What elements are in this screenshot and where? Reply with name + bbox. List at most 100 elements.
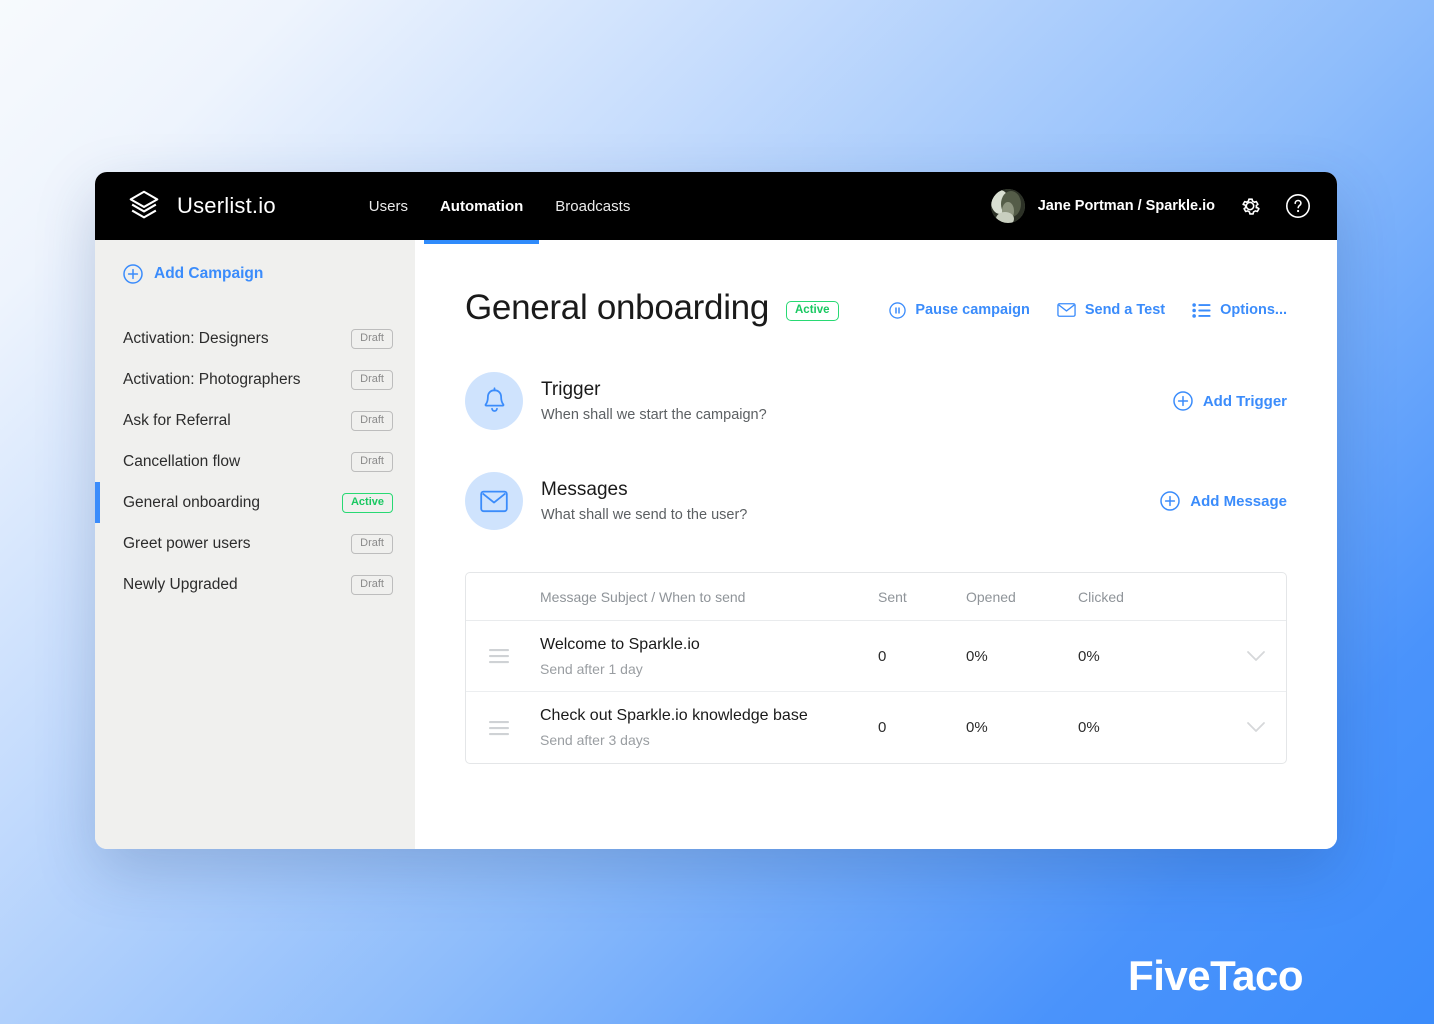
help-button[interactable]	[1285, 193, 1311, 219]
status-badge: Draft	[351, 328, 393, 349]
topbar-right-group: Jane Portman / Sparkle.io	[990, 189, 1311, 223]
status-badge: Draft	[351, 574, 393, 595]
chevron-down-icon	[1247, 650, 1265, 661]
add-campaign-label: Add Campaign	[154, 265, 264, 282]
pause-campaign-label: Pause campaign	[915, 302, 1030, 318]
plus-circle-icon	[1173, 391, 1193, 411]
sidebar-item-cancellation-flow[interactable]: Cancellation flow Draft	[95, 441, 415, 482]
nav-link-users[interactable]: Users	[353, 172, 424, 240]
send-a-test-label: Send a Test	[1084, 302, 1166, 318]
sidebar-item-activation-photographers[interactable]: Activation: Photographers Draft	[95, 359, 415, 400]
row-subject-cell: Check out Sparkle.io knowledge base Send…	[540, 707, 878, 748]
status-badge: Active	[341, 492, 393, 513]
options-label: Options...	[1220, 302, 1287, 318]
avatar	[990, 189, 1025, 223]
campaign-label: Cancellation flow	[123, 452, 241, 470]
envelope-icon	[480, 490, 508, 512]
row-drag-handle[interactable]	[488, 647, 540, 665]
trigger-title: Trigger	[541, 379, 601, 400]
user-name: Jane Portman / Sparkle.io	[1037, 198, 1215, 214]
table-header-row: Message Subject / When to send Sent Open…	[466, 573, 1286, 621]
messages-table: Message Subject / When to send Sent Open…	[465, 572, 1287, 764]
trigger-subtitle: When shall we start the campaign?	[541, 407, 767, 423]
drag-handle-icon	[489, 649, 509, 664]
stacked-layers-icon	[129, 190, 159, 219]
campaign-label: Activation: Photographers	[123, 370, 301, 388]
trigger-text: Trigger When shall we start the campaign…	[541, 379, 767, 423]
message-schedule: Send after 3 days	[540, 732, 650, 748]
status-badge: Draft	[351, 533, 393, 554]
page-header: General onboarding Active Pause campaign	[465, 288, 1287, 328]
trigger-section: Trigger When shall we start the campaign…	[465, 372, 1287, 430]
nav-links: Users Automation Broadcasts	[353, 172, 647, 244]
brand-logo-group[interactable]: Userlist.io	[125, 187, 276, 225]
message-subject: Check out Sparkle.io knowledge base	[540, 707, 808, 724]
column-header-sent: Sent	[878, 588, 907, 605]
app-body: Add Campaign Activation: Designers Draft…	[95, 240, 1337, 849]
row-sent-value: 0	[878, 719, 887, 736]
messages-section: Messages What shall we send to the user?…	[465, 472, 1287, 530]
list-bullets-icon	[1192, 302, 1211, 318]
campaign-sidebar: Add Campaign Activation: Designers Draft…	[95, 240, 415, 849]
send-a-test-button[interactable]: Send a Test	[1057, 302, 1165, 318]
page-status-badge: Active	[786, 300, 839, 322]
sidebar-item-ask-for-referral[interactable]: Ask for Referral Draft	[95, 400, 415, 441]
add-campaign-button[interactable]: Add Campaign	[95, 264, 415, 284]
add-trigger-button[interactable]: Add Trigger	[1173, 391, 1287, 411]
messages-title: Messages	[541, 479, 628, 500]
nav-link-broadcasts[interactable]: Broadcasts	[539, 172, 646, 240]
message-subject: Welcome to Sparkle.io	[540, 635, 700, 653]
row-clicked-value: 0%	[1078, 647, 1100, 665]
row-clicked-value: 0%	[1078, 719, 1100, 736]
trigger-icon-circle	[465, 372, 523, 430]
fivetaco-watermark: FiveTaco	[1128, 952, 1303, 999]
campaign-label: Activation: Designers	[123, 329, 269, 347]
chevron-down-icon	[1247, 722, 1265, 732]
gear-icon	[1242, 198, 1260, 215]
sidebar-item-general-onboarding[interactable]: General onboarding Active	[95, 482, 415, 523]
page-title: General onboarding	[465, 288, 769, 327]
page-actions: Pause campaign Send a Test Options...	[889, 298, 1287, 319]
pause-circle-icon	[889, 301, 907, 319]
nav-link-automation[interactable]: Automation	[423, 172, 540, 244]
column-header-opened: Opened	[966, 588, 1016, 605]
messages-text: Messages What shall we send to the user?	[541, 479, 747, 523]
column-header-clicked: Clicked	[1078, 588, 1124, 605]
brand-name: Userlist.io	[177, 193, 276, 218]
row-subject-cell: Welcome to Sparkle.io Send after 1 day	[540, 636, 878, 677]
main-content: General onboarding Active Pause campaign	[415, 240, 1337, 849]
messages-subtitle: What shall we send to the user?	[541, 507, 748, 523]
messages-icon-circle	[465, 472, 523, 530]
plus-circle-icon	[123, 264, 143, 284]
status-badge: Draft	[351, 369, 393, 390]
table-row[interactable]: Check out Sparkle.io knowledge base Send…	[466, 692, 1286, 763]
row-expand-button[interactable]	[1226, 721, 1286, 734]
row-drag-handle[interactable]	[488, 719, 540, 737]
options-button[interactable]: Options...	[1192, 302, 1287, 319]
campaign-label: Ask for Referral	[123, 411, 231, 429]
table-row[interactable]: Welcome to Sparkle.io Send after 1 day 0…	[466, 621, 1286, 692]
row-opened-value: 0%	[966, 647, 988, 665]
top-navigation-bar: Userlist.io Users Automation Broadcasts	[95, 172, 1337, 244]
add-message-label: Add Message	[1190, 492, 1287, 510]
sidebar-item-activation-designers[interactable]: Activation: Designers Draft	[95, 318, 415, 359]
row-expand-button[interactable]	[1226, 650, 1286, 663]
campaign-label: Newly Upgraded	[123, 575, 238, 593]
sidebar-item-newly-upgraded[interactable]: Newly Upgraded Draft	[95, 564, 415, 605]
bell-icon	[484, 386, 504, 412]
drag-handle-icon	[489, 720, 509, 735]
row-opened-value: 0%	[966, 719, 988, 736]
add-message-button[interactable]: Add Message	[1160, 491, 1287, 511]
settings-button[interactable]	[1237, 193, 1263, 219]
status-badge: Draft	[351, 410, 393, 431]
campaign-label: Greet power users	[123, 534, 251, 552]
plus-circle-icon	[1160, 491, 1181, 511]
question-circle-icon	[1286, 194, 1310, 218]
campaign-label: General onboarding	[123, 493, 261, 511]
sidebar-item-greet-power-users[interactable]: Greet power users Draft	[95, 523, 415, 564]
add-trigger-label: Add Trigger	[1202, 392, 1287, 410]
row-sent-value: 0	[878, 647, 887, 665]
message-schedule: Send after 1 day	[540, 660, 643, 677]
user-menu[interactable]: Jane Portman / Sparkle.io	[990, 189, 1215, 223]
pause-campaign-button[interactable]: Pause campaign	[889, 301, 1030, 319]
